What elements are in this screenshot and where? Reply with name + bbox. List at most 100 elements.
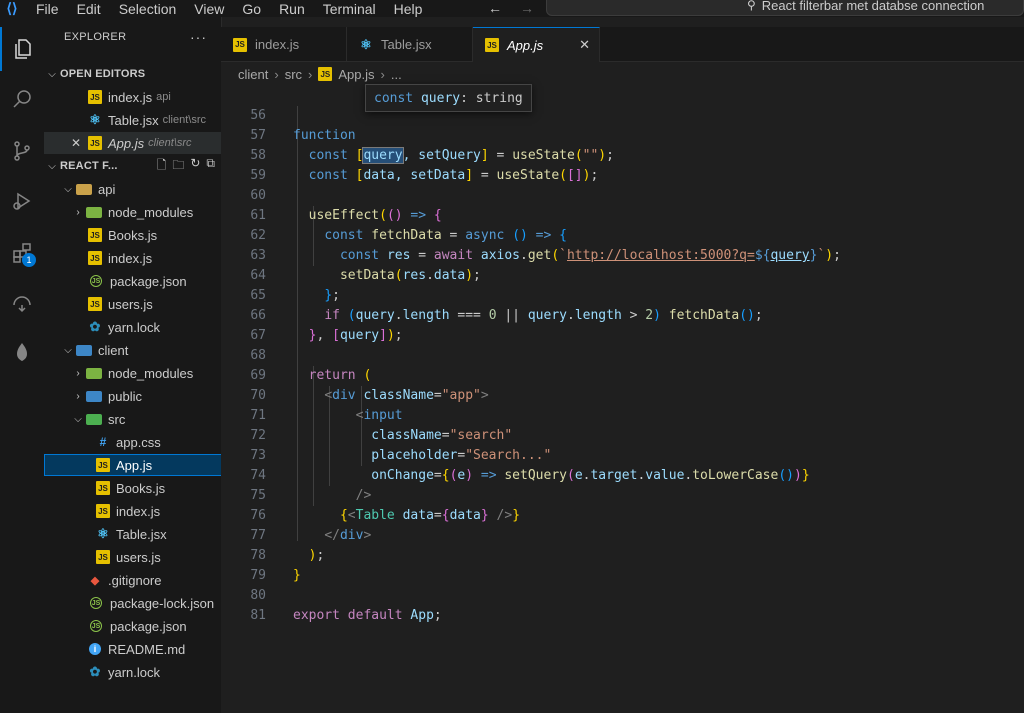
close-tab-icon[interactable]: ✕ <box>579 37 590 53</box>
code-line: 61 const fetchData = async () => { <box>250 208 567 243</box>
javascript-file-icon: JS <box>318 67 333 81</box>
chevron-right-icon: › <box>76 390 80 402</box>
breadcrumb-symbol[interactable]: ... <box>391 67 402 82</box>
collapse-all-icon[interactable]: ⧉ <box>206 156 215 177</box>
chevron-right-icon: › <box>76 206 80 218</box>
chevron-down-icon: ⌵ <box>64 344 72 356</box>
breadcrumb-src[interactable]: src <box>285 67 302 82</box>
open-editors-section[interactable]: ⌵ OPEN EDITORS <box>44 63 221 85</box>
tab-index-js[interactable]: JS index.js <box>221 27 347 62</box>
git-file-icon: ◆ <box>90 574 100 587</box>
javascript-file-icon: JS <box>96 550 110 564</box>
menu-go[interactable]: Go <box>242 1 261 17</box>
code-line: 78 } <box>250 548 301 583</box>
code-line: 71 className="search" <box>250 408 513 443</box>
code-line: 70 <input <box>250 388 403 423</box>
menu-selection[interactable]: Selection <box>119 1 177 17</box>
code-line: 73 onChange={(e) => setQuery(e.target.va… <box>250 448 810 483</box>
tab-table-jsx[interactable]: ⚛ Table.jsx <box>347 27 473 62</box>
new-folder-icon[interactable]: 🗀 <box>172 156 184 177</box>
new-file-icon[interactable]: 🗋 <box>157 156 167 177</box>
title-bar: ⟨⟩ File Edit Selection View Go Run Termi… <box>0 0 1024 17</box>
chevron-down-icon: ⌵ <box>48 68 56 80</box>
folder-icon <box>86 206 102 218</box>
extensions-icon[interactable]: 1 <box>0 231 44 275</box>
tree-folder-api[interactable]: ⌵ api <box>44 178 237 200</box>
menu-edit[interactable]: Edit <box>77 1 101 17</box>
chevron-right-icon: › <box>380 66 385 82</box>
command-center-search[interactable]: ⚲ React filterbar met databse connection <box>546 0 1024 16</box>
chevron-right-icon: › <box>308 66 313 82</box>
tree-folder-node-modules[interactable]: › node_modules <box>44 362 247 384</box>
chevron-right-icon: › <box>76 367 80 379</box>
tree-folder-node-modules[interactable]: › node_modules <box>44 201 247 223</box>
explorer-header: EXPLORER ··· <box>44 17 221 57</box>
chevron-right-icon: › <box>274 66 279 82</box>
code-line: 63 setData(res.data); <box>250 248 481 283</box>
code-line: 57 const [query, setQuery] = useState(""… <box>250 128 614 164</box>
back-arrow-icon[interactable]: ← <box>488 0 502 16</box>
javascript-file-icon: JS <box>233 37 247 52</box>
code-line: 66 }, [query]); <box>250 308 403 343</box>
close-icon[interactable]: ✕ <box>68 136 84 150</box>
tree-folder-public[interactable]: › public <box>44 385 247 407</box>
more-actions-icon[interactable]: ··· <box>190 29 207 45</box>
javascript-file-icon: JS <box>485 38 499 52</box>
source-control-icon[interactable] <box>0 129 44 173</box>
menu-file[interactable]: File <box>36 1 59 17</box>
open-editor-item-active[interactable]: ✕ JS App.js client\src <box>44 132 245 154</box>
search-icon: ⚲ <box>747 0 756 12</box>
code-line: 75 {<Table data={data} />} <box>250 488 521 523</box>
tab-app-js[interactable]: JS App.js ✕ <box>473 27 600 62</box>
mongodb-leaf-icon[interactable] <box>0 331 44 375</box>
menu-run[interactable]: Run <box>279 1 305 17</box>
code-line: 59 <box>250 168 266 183</box>
code-line: 79 <box>250 568 266 583</box>
code-line: 68 return ( <box>250 348 372 383</box>
javascript-file-icon: JS <box>88 136 102 150</box>
search-view-icon[interactable] <box>0 77 44 121</box>
javascript-file-icon: JS <box>96 481 110 495</box>
breadcrumb-client[interactable]: client <box>238 67 268 82</box>
code-line: 67 <box>250 328 266 343</box>
folder-icon <box>86 367 102 379</box>
code-line: 80 export default App; <box>250 588 442 623</box>
react-file-icon: ⚛ <box>360 36 372 52</box>
code-line: 65 if (query.length === 0 || query.lengt… <box>250 288 763 323</box>
tree-folder-src[interactable]: ⌵ src <box>44 408 247 430</box>
vscode-logo-icon: ⟨⟩ <box>6 0 18 16</box>
menu-terminal[interactable]: Terminal <box>323 1 376 17</box>
editor-tabs: JS index.js ⚛ Table.jsx JS App.js ✕ <box>221 27 1024 62</box>
refresh-icon[interactable]: ↻ <box>190 156 200 177</box>
run-debug-icon[interactable] <box>0 179 44 223</box>
code-line: 56 function <box>250 108 356 143</box>
navigation-arrows: ← → <box>488 0 534 16</box>
code-line: 64 }; <box>250 268 340 303</box>
info-icon: i <box>89 643 101 655</box>
menu-help[interactable]: Help <box>394 1 423 17</box>
json-file-icon: JS <box>90 275 102 287</box>
breadcrumb-file[interactable]: App.js <box>338 67 374 82</box>
code-line: 60 useEffect(() => { <box>250 188 442 223</box>
explorer-sidebar: EXPLORER ··· ⌵ OPEN EDITORS JS index.js … <box>44 17 273 713</box>
code-line: 69 <div className="app"> <box>250 368 489 403</box>
command-center-label: React filterbar met databse connection <box>761 0 985 13</box>
yarn-file-icon: ✿ <box>89 664 101 679</box>
menu-view[interactable]: View <box>194 1 224 17</box>
json-file-icon: JS <box>90 597 102 609</box>
folder-open-icon <box>76 183 92 195</box>
workspace-section[interactable]: ⌵ REACT F... 🗋 🗀 ↻ ⧉ <box>44 155 221 177</box>
hover-tooltip: const query: string <box>365 84 532 112</box>
code-line: 62 const res = await axios.get(`http://l… <box>250 228 841 263</box>
code-editor[interactable]: 56 function 57 const [query, setQuery] =… <box>221 84 1024 713</box>
code-line: 58 const [data, setData] = useState([]); <box>250 148 599 183</box>
explorer-title: EXPLORER <box>64 31 127 43</box>
javascript-file-icon: JS <box>88 90 102 104</box>
activity-bar: 1 <box>0 17 44 713</box>
forward-arrow-icon[interactable]: → <box>520 0 534 16</box>
remote-explorer-icon[interactable] <box>0 281 44 325</box>
code-line: 76 </div> <box>250 508 372 543</box>
javascript-file-icon: JS <box>88 251 102 265</box>
tree-folder-client[interactable]: ⌵ client <box>44 339 237 361</box>
explorer-files-icon[interactable] <box>0 27 44 71</box>
